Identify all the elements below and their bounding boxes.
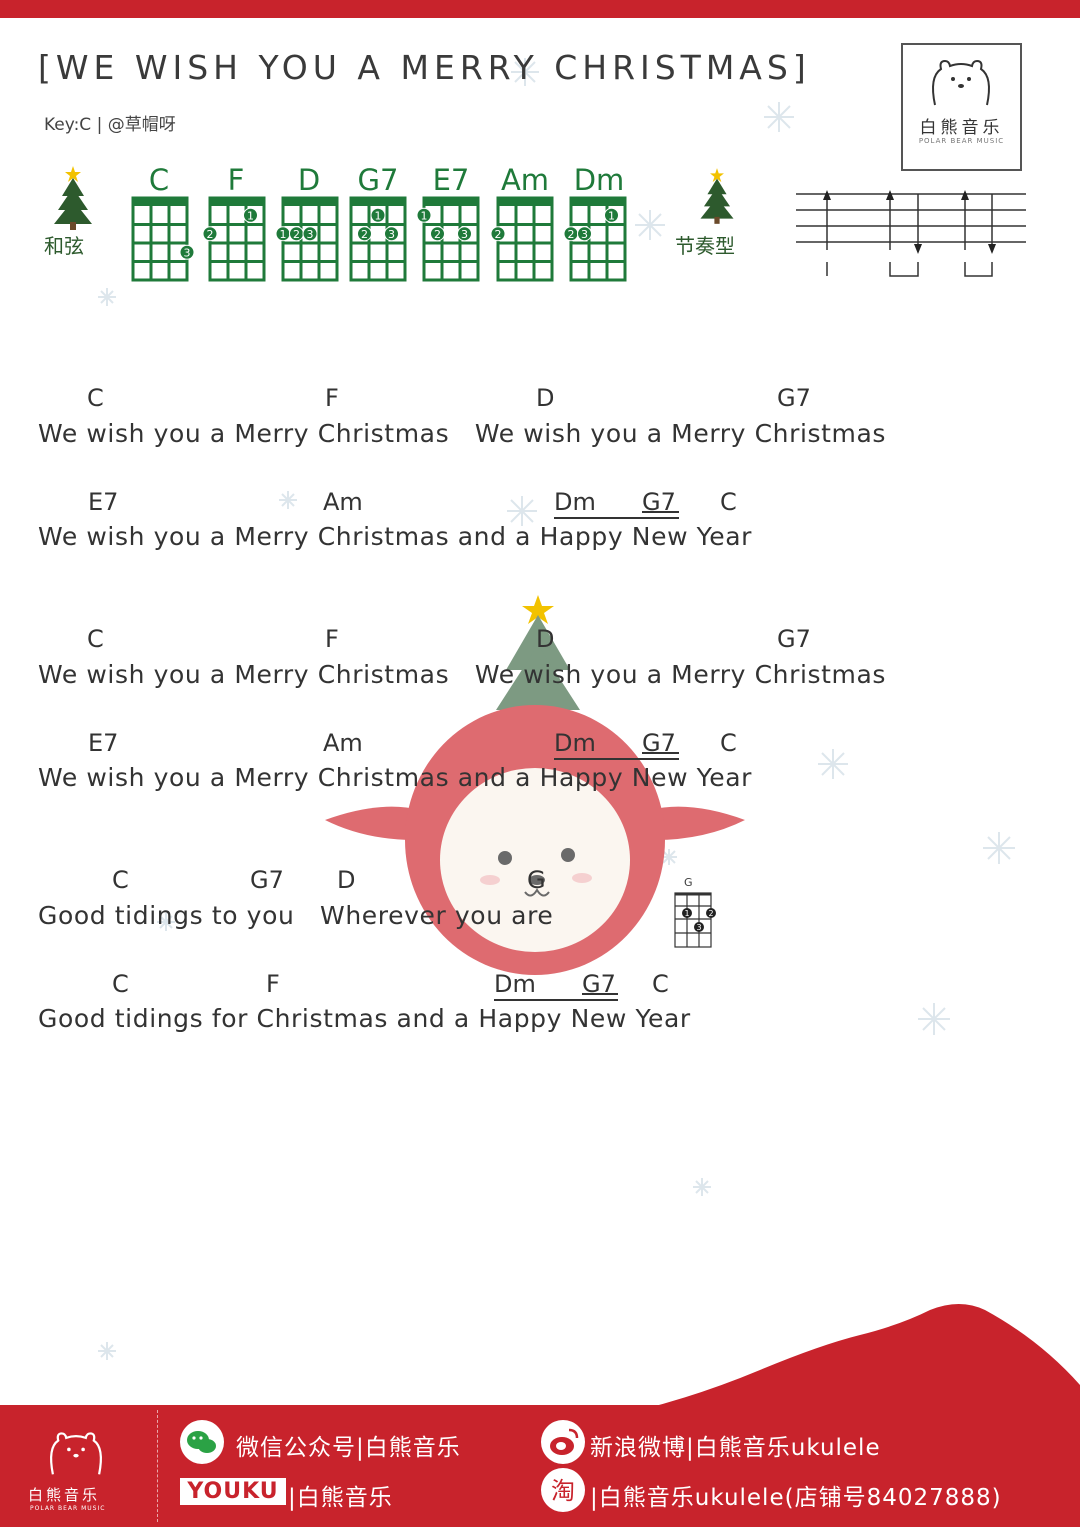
finger-number: 2 — [207, 228, 214, 241]
chord-diagram: 3 — [131, 196, 195, 282]
chord-label: Am — [323, 488, 363, 516]
chord-diagram: 123 — [275, 196, 339, 282]
taobao-shop[interactable]: |白熊音乐ukulele(店铺号84027888) — [590, 1478, 1002, 1512]
finger-number: 1 — [608, 209, 615, 222]
chord-diagram: 2 3 1 — [563, 196, 627, 282]
polar-bear-icon — [932, 59, 990, 106]
chord-label: G7 — [777, 625, 811, 653]
footer-logo-subtitle: POLAR BEAR MUSIC — [30, 1505, 106, 1512]
svg-text:淘: 淘 — [551, 1477, 575, 1505]
wechat-account[interactable]: 微信公众号|白熊音乐 — [236, 1428, 461, 1462]
tie-line — [642, 752, 679, 754]
chord-label: C — [87, 384, 104, 412]
lyric-line: We wish you a Merry Christmas and a Happ… — [38, 763, 752, 792]
svg-text:3: 3 — [696, 923, 701, 932]
lyric-line: We wish you a Merry Christmas We wish yo… — [38, 660, 887, 689]
chord-diagram: 21 — [202, 196, 266, 282]
chord-label: C — [112, 866, 129, 894]
chord-label: C — [720, 729, 737, 757]
chord-label: C — [112, 970, 129, 998]
christmas-tree-icon — [700, 168, 734, 224]
finger-number: 1 — [421, 209, 428, 222]
chord-label: F — [325, 625, 339, 653]
chord-label: C — [720, 488, 737, 516]
chord-diagram: 12 3 — [416, 196, 480, 282]
chord-label: C — [87, 625, 104, 653]
wechat-icon — [180, 1420, 224, 1464]
polar-bear-icon — [50, 1432, 102, 1475]
chord-label: D — [337, 866, 356, 894]
logo-name: 白熊音乐 — [919, 118, 1004, 138]
tie-line — [642, 511, 679, 513]
footer-divider — [157, 1410, 158, 1522]
youku-account[interactable]: |白熊音乐 — [288, 1478, 393, 1512]
tie-line — [582, 993, 618, 995]
finger-number: 2 — [361, 228, 368, 241]
footer-logo-name: 白熊音乐 — [28, 1486, 101, 1504]
finger-number: 3 — [461, 228, 468, 241]
tie-line — [554, 517, 679, 519]
mountain-decoration — [640, 1304, 1080, 1410]
chord-label: E7 — [88, 488, 119, 516]
finger-number: 1 — [280, 228, 287, 241]
svg-text:2: 2 — [708, 909, 713, 918]
logo-subtitle: POLAR BEAR MUSIC — [918, 137, 1005, 145]
strum-pattern-label: 节奏型 — [675, 234, 735, 258]
youku-logo: YOUKU — [180, 1478, 286, 1505]
finger-number: 2 — [293, 228, 300, 241]
chord-label: Am — [323, 729, 363, 757]
weibo-account[interactable]: 新浪微博|白熊音乐ukulele — [590, 1428, 881, 1462]
chord-label: G7 — [777, 384, 811, 412]
inline-chord-diagram-g: 1 2 3 — [674, 892, 716, 948]
chord-label: F — [325, 384, 339, 412]
finger-number: 2 — [568, 228, 575, 241]
finger-number: 2 — [495, 228, 502, 241]
taobao-icon: 淘 — [541, 1468, 585, 1512]
lyric-line: We wish you a Merry Christmas We wish yo… — [38, 419, 887, 448]
weibo-icon — [541, 1420, 585, 1464]
finger-number: 1 — [247, 209, 254, 222]
lyric-line: Good tidings for Christmas and a Happy N… — [38, 1004, 691, 1033]
chord-label: Dm — [494, 970, 536, 998]
chord-label: Dm — [554, 488, 596, 516]
svg-text:1: 1 — [684, 909, 689, 918]
finger-number: 3 — [581, 228, 588, 241]
lyric-line: Good tidings to you Wherever you are — [38, 901, 554, 930]
chord-label: Dm — [554, 729, 596, 757]
chord-label: E7 — [88, 729, 119, 757]
chord-label: G7 — [250, 866, 284, 894]
chord-diagram: 2 — [490, 196, 554, 282]
strum-pattern-diagram — [796, 190, 1026, 277]
chord-diagram: 213 — [349, 196, 407, 282]
chord-label: F — [266, 970, 280, 998]
finger-number: 1 — [375, 209, 382, 222]
finger-number: 2 — [434, 228, 441, 241]
tie-line — [554, 758, 679, 760]
finger-number: 3 — [307, 228, 314, 241]
lyric-line: We wish you a Merry Christmas and a Happ… — [38, 522, 752, 551]
chord-label: C — [652, 970, 669, 998]
chord-diagrams: 3211 2 3 21312 3 2 2 31 — [131, 196, 627, 282]
finger-number: 3 — [388, 228, 395, 241]
chord-label: D — [536, 625, 555, 653]
finger-number: 3 — [184, 246, 191, 259]
chord-label: G — [527, 866, 546, 894]
polar-bear-logo: 白熊音乐 POLAR BEAR MUSIC — [901, 43, 1022, 171]
tie-line — [494, 999, 618, 1001]
inline-chord-name: G — [684, 876, 693, 889]
chord-label: D — [536, 384, 555, 412]
